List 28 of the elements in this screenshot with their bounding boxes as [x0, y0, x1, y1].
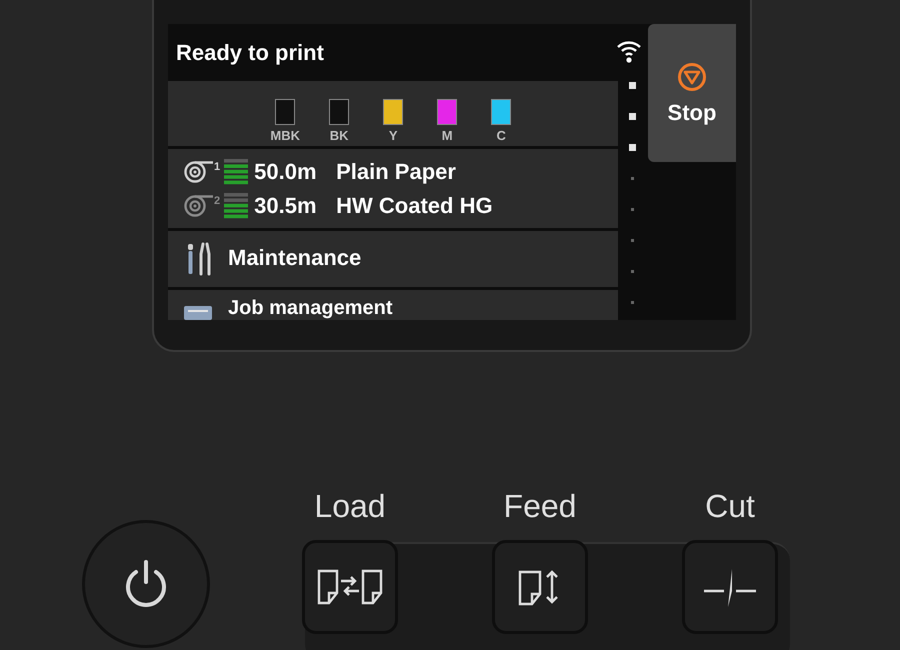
ink-label: BK [330, 129, 349, 142]
roll-length: 50.0m [254, 158, 318, 186]
key-label: Cut [705, 490, 755, 522]
panel-key[interactable] [302, 540, 398, 634]
paper-panel[interactable]: 1 50.0m Plain Paper 2 30.5m HW Coated HG [168, 149, 618, 228]
paper-roll-icon [184, 194, 214, 218]
roll-length: 30.5m [254, 192, 318, 220]
ink-label: Y [388, 129, 398, 142]
stop-button[interactable]: Stop [648, 24, 736, 162]
roll-number: 1 [214, 160, 220, 176]
paper-remaining-meter [224, 192, 248, 220]
stop-icon [677, 62, 707, 92]
key-label: Feed [504, 490, 576, 522]
paper-remaining-meter [224, 158, 248, 186]
load-icon [317, 569, 383, 605]
panel-key[interactable] [492, 540, 588, 634]
paper-roll-icon [184, 160, 214, 184]
ink-label: M [442, 129, 453, 142]
job-list-icon [184, 306, 214, 320]
menu-item[interactable]: Maintenance [168, 230, 618, 287]
key-label: Load [314, 490, 386, 522]
ink-label: MBK [270, 129, 300, 142]
ink-label: C [496, 129, 506, 142]
roll-number: 2 [214, 194, 220, 210]
media-type: Plain Paper [336, 158, 456, 186]
status-title: Ready to print [176, 39, 324, 68]
menu-item[interactable]: Job management [168, 290, 618, 320]
media-type: HW Coated HG [336, 192, 493, 220]
